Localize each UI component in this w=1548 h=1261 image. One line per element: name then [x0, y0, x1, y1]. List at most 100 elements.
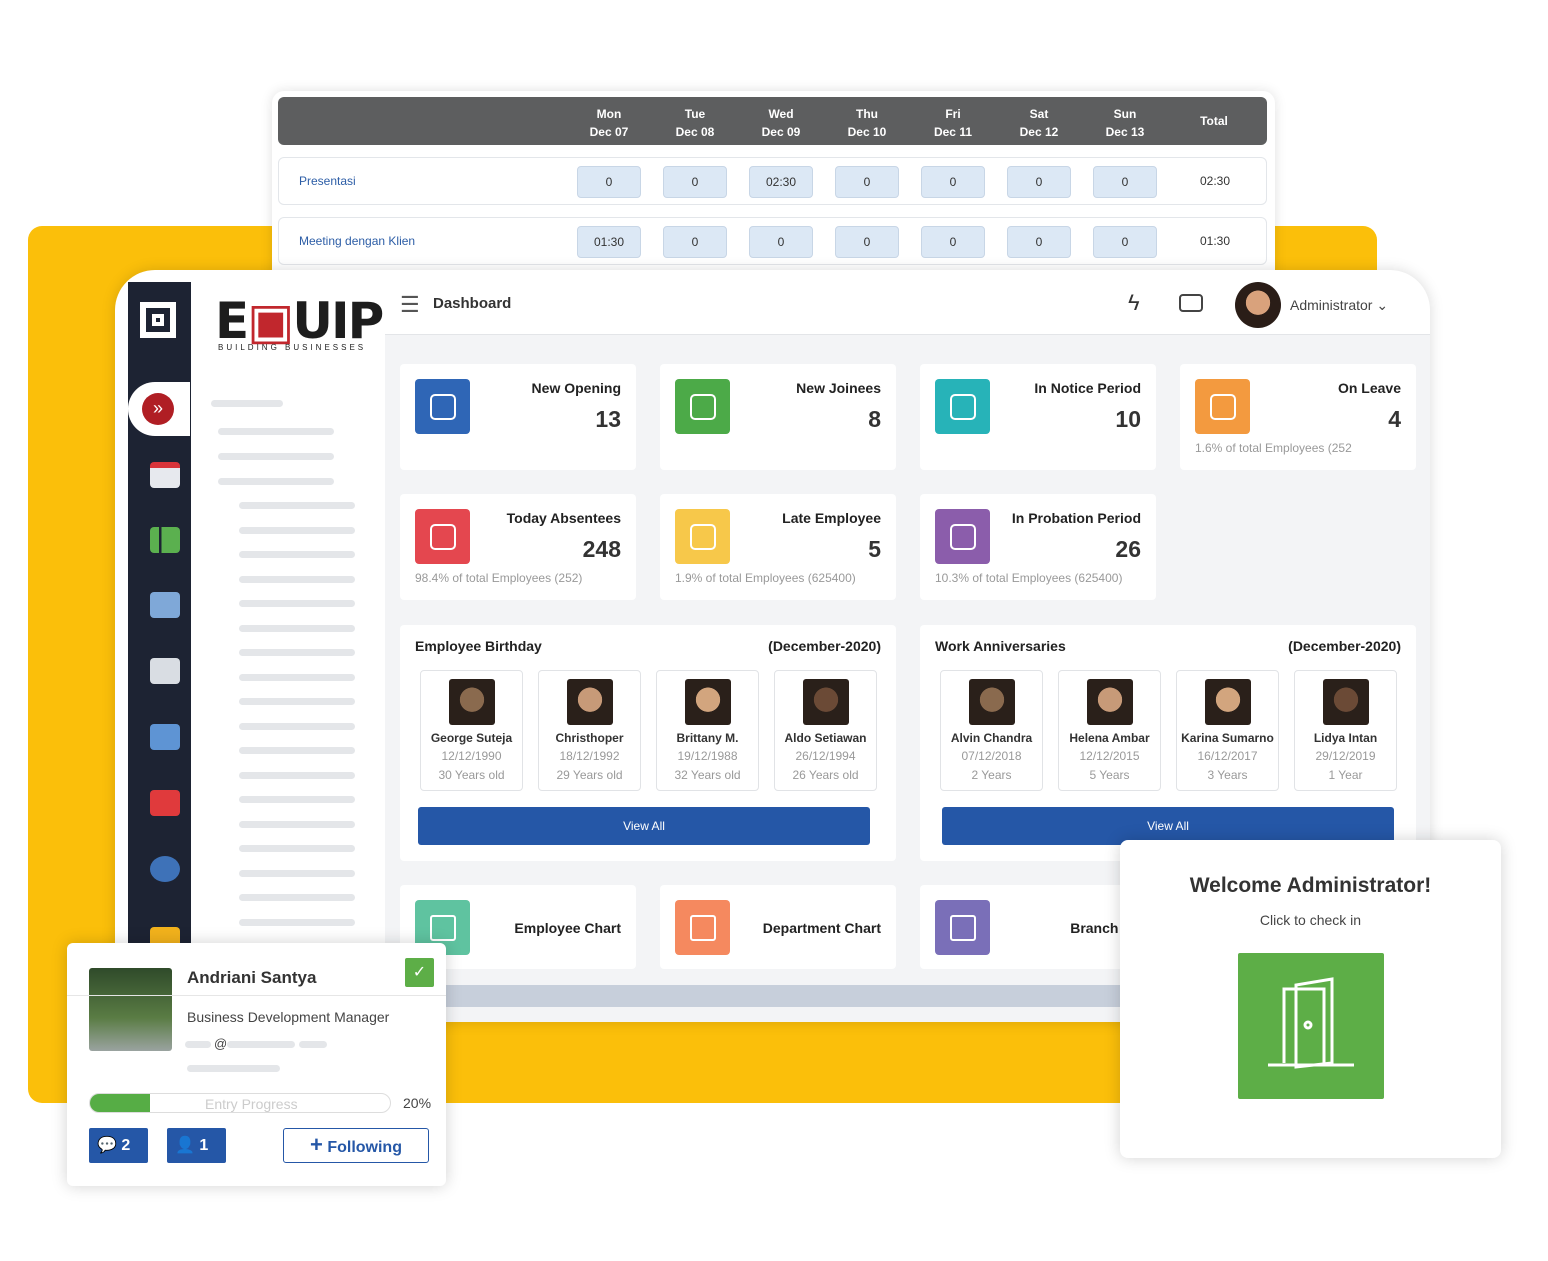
submenu-placeholder	[239, 845, 355, 852]
day: Sun	[1113, 107, 1137, 121]
employee-list-icon[interactable]	[150, 592, 180, 618]
following-button[interactable]: + Following	[283, 1128, 429, 1163]
submenu-placeholder	[239, 551, 355, 558]
date: Dec 08	[675, 125, 715, 139]
person-info: 5 Years	[1089, 768, 1130, 782]
menu-placeholder	[218, 453, 334, 460]
person-card[interactable]: Lidya Intan 29/12/2019 1 Year	[1294, 670, 1397, 791]
person-photo	[802, 679, 849, 725]
stat-value: 13	[595, 406, 621, 432]
hours-input[interactable]: 0	[1093, 166, 1157, 198]
hours-input[interactable]: 0	[663, 166, 727, 198]
person-card[interactable]: Helena Ambar 12/12/2015 5 Years	[1058, 670, 1161, 791]
hours-input[interactable]: 0	[663, 226, 727, 258]
person-info: 3 Years	[1207, 768, 1248, 782]
connections-count: 1	[199, 1137, 209, 1154]
stat-title: In Probation Period	[1011, 510, 1141, 526]
person-name: Karina Sumarno	[1181, 731, 1274, 745]
hours-input[interactable]: 0	[835, 166, 899, 198]
chart-link-card[interactable]: Department Chart	[660, 885, 896, 969]
hours-input[interactable]: 0	[1007, 166, 1071, 198]
org-chart-icon	[675, 900, 730, 955]
user-avatar[interactable]	[1235, 282, 1281, 328]
person-date: 12/12/2015	[1079, 749, 1140, 763]
connections-button[interactable]: 👤 1	[167, 1128, 226, 1163]
person-photo	[448, 679, 495, 725]
at-sign: @	[214, 1036, 228, 1051]
stat-card[interactable]: New Joinees 8	[660, 364, 896, 470]
stat-card[interactable]: On Leave 4 1.6% of total Employees (252	[1180, 364, 1416, 470]
hours-input[interactable]: 0	[921, 226, 985, 258]
computer-icon[interactable]	[150, 724, 180, 750]
person-card[interactable]: Karina Sumarno 16/12/2017 3 Years	[1176, 670, 1279, 791]
stat-card[interactable]: In Notice Period 10	[920, 364, 1156, 470]
user-menu[interactable]: Administrator ⌄	[1290, 297, 1388, 314]
submenu-placeholder	[239, 894, 355, 901]
day: Wed	[768, 107, 794, 121]
person-card[interactable]: Alvin Chandra 07/12/2018 2 Years	[940, 670, 1043, 791]
person-card[interactable]: George Suteja 12/12/1990 30 Years old	[420, 670, 523, 791]
person-name: Aldo Setiawan	[784, 731, 867, 745]
birthday-view-all-button[interactable]: View All	[418, 807, 870, 845]
stat-card[interactable]: Late Employee 5 1.9% of total Employees …	[660, 494, 896, 600]
stat-value: 5	[868, 536, 881, 562]
email-placeholder	[185, 1041, 211, 1048]
check-icon[interactable]: ✓	[405, 958, 434, 987]
support-icon[interactable]	[150, 856, 180, 882]
person-photo	[1086, 679, 1133, 725]
org-chart-icon	[935, 900, 990, 955]
stat-title: Late Employee	[782, 510, 881, 526]
expand-sidebar-button[interactable]: »	[142, 393, 174, 425]
entry-progress-bar: Entry Progress	[89, 1093, 391, 1113]
submenu-placeholder	[239, 526, 355, 534]
chevron-down-icon: ⌄	[1376, 297, 1389, 313]
logo-text: E▣UIP	[215, 292, 384, 350]
progress-label: Entry Progress	[205, 1096, 298, 1112]
hours-input[interactable]: 01:30	[577, 226, 641, 258]
chat-icon[interactable]	[1179, 294, 1203, 312]
calendar-check-icon	[415, 509, 470, 564]
task-label[interactable]: Meeting dengan Klien	[299, 234, 415, 248]
stat-value: 26	[1115, 536, 1141, 562]
hours-input[interactable]: 0	[1007, 226, 1071, 258]
calendar-icon[interactable]	[150, 462, 180, 488]
col-wed: Wed Dec 09	[746, 105, 816, 141]
stat-subtext: 98.4% of total Employees (252)	[415, 571, 583, 585]
stat-card[interactable]: Today Absentees 248 98.4% of total Emplo…	[400, 494, 636, 600]
check-in-button[interactable]	[1238, 953, 1384, 1099]
task-label[interactable]: Presentasi	[299, 174, 356, 188]
messages-button[interactable]: 💬 2	[89, 1128, 148, 1163]
messages-count: 2	[121, 1137, 131, 1154]
hours-input[interactable]: 0	[1093, 226, 1157, 258]
hours-input[interactable]: 0	[577, 166, 641, 198]
bar-chart-icon[interactable]	[150, 527, 180, 553]
stat-value: 8	[868, 406, 881, 432]
cart-icon[interactable]	[150, 790, 180, 816]
logo-mark-icon	[140, 302, 176, 338]
timesheet-card: Mon Dec 07 Tue Dec 08 Wed Dec 09 Thu Dec 10 …	[272, 91, 1275, 291]
hours-input[interactable]: 02:30	[749, 166, 813, 198]
person-info: 32 Years old	[674, 768, 741, 782]
person-photo	[684, 679, 731, 725]
chat-bubbles-icon: 💬	[97, 1137, 117, 1154]
profile-card: Andriani Santya ✓ Business Development M…	[67, 943, 446, 1186]
hamburger-menu-icon[interactable]: ☰	[400, 292, 420, 318]
hours-input[interactable]: 0	[749, 226, 813, 258]
hours-input[interactable]: 0	[921, 166, 985, 198]
user-clock-icon	[675, 509, 730, 564]
person-photo	[1322, 679, 1369, 725]
lightning-icon[interactable]: ϟ	[1128, 290, 1140, 316]
menu-placeholder	[218, 478, 334, 485]
document-icon[interactable]	[150, 658, 180, 684]
person-date: 18/12/1992	[559, 749, 620, 763]
stat-card[interactable]: In Probation Period 26 10.3% of total Em…	[920, 494, 1156, 600]
person-card[interactable]: Brittany M. 19/12/1988 32 Years old	[656, 670, 759, 791]
stat-card[interactable]: New Opening 13	[400, 364, 636, 470]
stat-value: 4	[1388, 406, 1401, 432]
person-card[interactable]: Aldo Setiawan 26/12/1994 26 Years old	[774, 670, 877, 791]
person-name: Christhoper	[555, 731, 624, 745]
person-card[interactable]: Christhoper 18/12/1992 29 Years old	[538, 670, 641, 791]
menu-placeholder	[218, 428, 334, 435]
hours-input[interactable]: 0	[835, 226, 899, 258]
row-total: 01:30	[1199, 234, 1231, 248]
